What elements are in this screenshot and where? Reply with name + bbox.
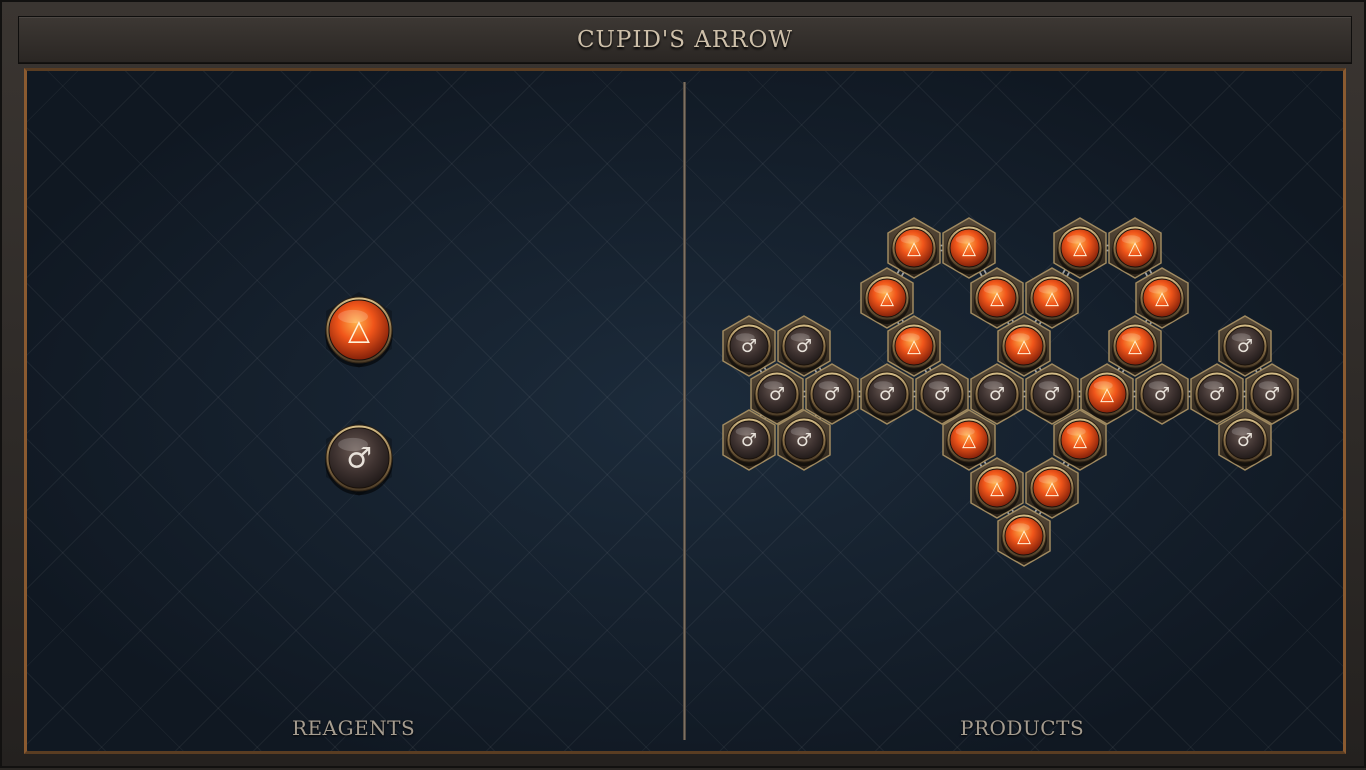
product-atom-fire[interactable]: △ <box>1001 513 1047 562</box>
fire-symbol-icon: △ <box>1073 238 1087 259</box>
product-atom-fire[interactable]: △ <box>891 323 937 372</box>
fire-symbol-icon: △ <box>962 430 976 451</box>
iron-symbol-icon: ♂ <box>1044 384 1060 405</box>
fire-symbol-icon: △ <box>907 336 921 357</box>
fire-symbol-icon: △ <box>880 288 894 309</box>
iron-symbol-icon: ♂ <box>1209 384 1225 405</box>
product-atom-iron[interactable]: ♂ <box>809 371 855 420</box>
product-atom-iron[interactable]: ♂ <box>974 371 1020 420</box>
product-atom-iron[interactable]: ♂ <box>1029 371 1075 420</box>
fire-symbol-icon: △ <box>1128 238 1142 259</box>
fire-symbol-icon: △ <box>1017 526 1031 547</box>
product-atom-iron[interactable]: ♂ <box>726 417 772 466</box>
product-atom-fire[interactable]: △ <box>974 465 1020 514</box>
product-atom-iron[interactable]: ♂ <box>726 323 772 372</box>
product-atom-iron[interactable]: ♂ <box>919 371 965 420</box>
game-window-frame: CUPID'S ARROW REAGENTS PRODUCTS ♂ ♂ ♂ ♂ … <box>0 0 1366 768</box>
fire-symbol-icon: △ <box>962 238 976 259</box>
product-atom-iron[interactable]: ♂ <box>1194 371 1240 420</box>
product-atom-fire[interactable]: △ <box>1001 323 1047 372</box>
product-atom-iron[interactable]: ♂ <box>1222 417 1268 466</box>
iron-symbol-icon: ♂ <box>934 384 950 405</box>
fire-symbol-icon: △ <box>990 478 1004 499</box>
product-atom-iron[interactable]: ♂ <box>1249 371 1295 420</box>
product-atom-iron[interactable]: ♂ <box>1222 323 1268 372</box>
product-atom-fire[interactable]: △ <box>946 225 992 274</box>
product-atom-fire[interactable]: △ <box>1139 275 1185 324</box>
product-atom-fire[interactable]: △ <box>891 225 937 274</box>
product-atom-iron[interactable]: ♂ <box>864 371 910 420</box>
iron-symbol-icon: ♂ <box>1237 430 1253 451</box>
fire-symbol-icon: △ <box>1045 478 1059 499</box>
fire-symbol-icon: △ <box>1128 336 1142 357</box>
product-atom-fire[interactable]: △ <box>1057 417 1103 466</box>
product-atom-fire[interactable]: △ <box>974 275 1020 324</box>
iron-symbol-icon: ♂ <box>879 384 895 405</box>
iron-symbol-icon: ♂ <box>769 384 785 405</box>
iron-symbol-icon: ♂ <box>1154 384 1170 405</box>
product-atom-fire[interactable]: △ <box>1029 275 1075 324</box>
product-atom-fire[interactable]: △ <box>1084 371 1130 420</box>
fire-symbol-icon: △ <box>1073 430 1087 451</box>
reagent-atom-fire[interactable]: △ <box>325 296 393 367</box>
product-atom-fire[interactable]: △ <box>946 417 992 466</box>
iron-symbol-icon: ♂ <box>1264 384 1280 405</box>
fire-symbol-icon: △ <box>1017 336 1031 357</box>
product-atom-fire[interactable]: △ <box>1029 465 1075 514</box>
iron-symbol-icon: ♂ <box>1237 336 1253 357</box>
reagent-atom-iron[interactable]: ♂ <box>325 424 393 495</box>
fire-symbol-icon: △ <box>1155 288 1169 309</box>
iron-symbol-icon: ♂ <box>741 430 757 451</box>
product-atom-iron[interactable]: ♂ <box>1139 371 1185 420</box>
fire-symbol-icon: △ <box>907 238 921 259</box>
product-atom-fire[interactable]: △ <box>1112 323 1158 372</box>
fire-symbol-icon: △ <box>1045 288 1059 309</box>
product-atom-fire[interactable]: △ <box>864 275 910 324</box>
fire-symbol-icon: △ <box>990 288 1004 309</box>
iron-symbol-icon: ♂ <box>796 430 812 451</box>
fire-symbol-icon: △ <box>348 314 370 347</box>
iron-symbol-icon: ♂ <box>796 336 812 357</box>
atoms-layer: ♂ ♂ ♂ ♂ ♂ ♂ ♂ ♂ ♂ ♂ △ ♂ ♂ ♂ ♂ ♂ △ △ △ △ △ △ △ △ △ △ △ △ △ △ △ △ △ ♂ <box>325 217 1299 567</box>
product-atom-iron[interactable]: ♂ <box>781 417 827 466</box>
iron-symbol-icon: ♂ <box>346 442 372 475</box>
product-atom-fire[interactable]: △ <box>1057 225 1103 274</box>
iron-symbol-icon: ♂ <box>741 336 757 357</box>
fire-symbol-icon: △ <box>1100 384 1114 405</box>
iron-symbol-icon: ♂ <box>824 384 840 405</box>
iron-symbol-icon: ♂ <box>989 384 1005 405</box>
product-atom-iron[interactable]: ♂ <box>754 371 800 420</box>
product-atom-iron[interactable]: ♂ <box>781 323 827 372</box>
product-atom-fire[interactable]: △ <box>1112 225 1158 274</box>
